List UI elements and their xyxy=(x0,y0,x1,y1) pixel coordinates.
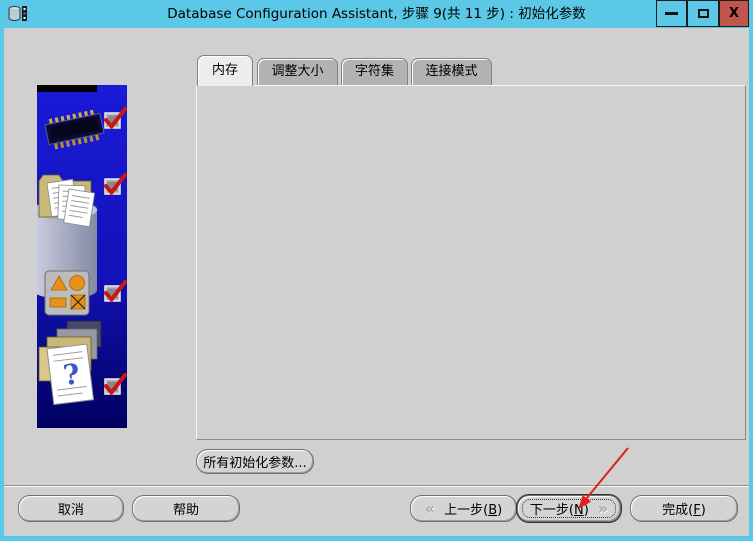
close-button[interactable]: X xyxy=(719,0,749,27)
all-init-params-button[interactable]: 所有初始化参数... xyxy=(196,449,314,474)
tab-sizing[interactable]: 调整大小 xyxy=(257,58,338,86)
tab-connection[interactable]: 连接模式 xyxy=(411,58,492,86)
tab-charsets[interactable]: 字符集 xyxy=(341,58,408,86)
back-chevron-icon: « xyxy=(425,501,435,517)
memory-tab-panel xyxy=(196,85,746,440)
maximize-button[interactable] xyxy=(687,0,719,27)
dbca-window: Database Configuration Assistant, 步骤 9(共… xyxy=(0,0,753,541)
minimize-icon xyxy=(665,12,678,15)
shapes-icon xyxy=(45,271,89,315)
cancel-label: 取消 xyxy=(58,499,84,518)
all-init-params-label: 所有初始化参数... xyxy=(203,452,306,471)
titlebar: Database Configuration Assistant, 步骤 9(共… xyxy=(0,0,753,28)
help-label: 帮助 xyxy=(173,499,199,518)
back-button[interactable]: « 上一步(B) xyxy=(410,495,517,522)
minimize-button[interactable] xyxy=(656,0,687,27)
close-icon: X xyxy=(729,6,739,21)
window-title: Database Configuration Assistant, 步骤 9(共… xyxy=(0,0,753,28)
finish-label: 完成(F) xyxy=(662,499,706,518)
help-button[interactable]: 帮助 xyxy=(132,495,240,522)
client-area: ? 内存 调整大小 字符集 连接模式 典型 内存大小 (SGA 和 PGA): … xyxy=(4,28,749,536)
cancel-button[interactable]: 取消 xyxy=(18,495,124,522)
tab-memory[interactable]: 内存 xyxy=(197,55,253,86)
finish-button[interactable]: 完成(F) xyxy=(630,495,738,522)
maximize-icon xyxy=(698,9,709,18)
cursor-arrow xyxy=(544,433,644,518)
wizard-sidebar-graphic: ? xyxy=(37,85,127,428)
back-label: 上一步(B) xyxy=(444,499,502,518)
